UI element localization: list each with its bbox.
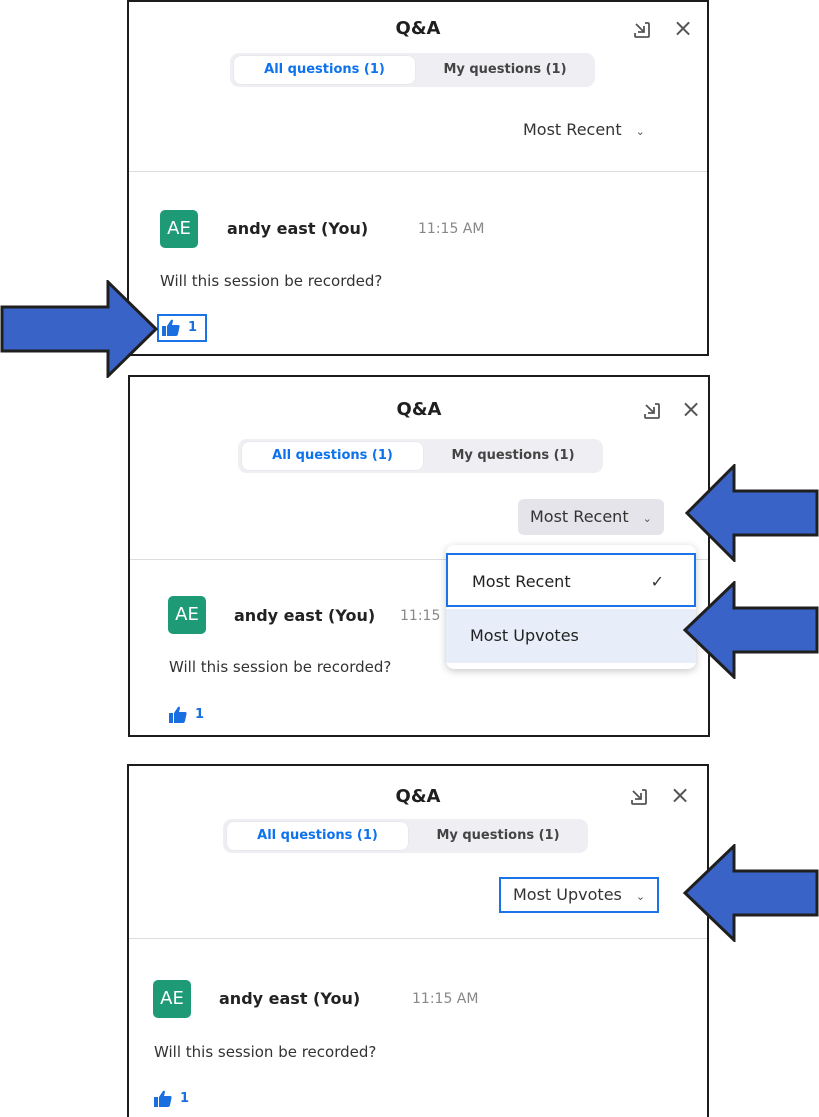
tab-my-questions[interactable]: My questions (1) (420, 56, 590, 84)
question-author: andy east (You) (234, 606, 376, 625)
sort-dropdown[interactable]: Most Recent ⌄ (518, 499, 664, 535)
sort-option-most-recent[interactable]: Most Recent ✓ (446, 553, 696, 607)
upvote-count: 1 (195, 707, 205, 722)
chevron-down-icon: ⌄ (642, 512, 652, 525)
tab-all-questions[interactable]: All questions (1) (227, 822, 408, 850)
close-icon[interactable]: × (672, 16, 694, 40)
close-icon[interactable]: × (680, 397, 702, 421)
panel-title: Q&A (395, 18, 441, 39)
thumbs-up-icon (169, 706, 187, 723)
question-time: 11:15 AM (418, 221, 485, 237)
option-label: Most Recent (472, 572, 571, 591)
pip-icon[interactable] (629, 787, 649, 807)
avatar: AE (153, 980, 191, 1018)
question-filter-tabs: All questions (1) My questions (1) (238, 439, 603, 473)
question-author: andy east (You) (227, 219, 369, 238)
sort-label: Most Recent (530, 507, 629, 526)
question-author: andy east (You) (219, 989, 361, 1008)
sort-dropdown[interactable]: Most Upvotes ⌄ (499, 877, 660, 913)
upvote-count: 1 (180, 1091, 190, 1106)
divider (129, 938, 707, 939)
question-text: Will this session be recorded? (169, 658, 392, 676)
question-time: 11:15 AM (412, 991, 479, 1007)
tab-my-questions[interactable]: My questions (1) (413, 822, 583, 850)
panel-title: Q&A (395, 786, 441, 807)
sort-dropdown[interactable]: Most Recent ⌄ (511, 112, 657, 148)
tab-all-questions[interactable]: All questions (1) (234, 56, 415, 84)
question-text: Will this session be recorded? (160, 272, 383, 290)
panel-title: Q&A (396, 399, 442, 420)
question-filter-tabs: All questions (1) My questions (1) (223, 819, 588, 853)
qa-panel-1: Q&A × All questions (1) My questions (1)… (127, 0, 709, 356)
checkmark-icon: ✓ (650, 572, 664, 591)
divider (129, 171, 707, 172)
qa-panel-3: Q&A × All questions (1) My questions (1)… (127, 764, 709, 1117)
question-text: Will this session be recorded? (154, 1043, 377, 1061)
avatar: AE (160, 210, 198, 248)
sort-option-most-upvotes[interactable]: Most Upvotes (446, 609, 696, 663)
avatar: AE (168, 596, 206, 634)
thumbs-up-icon (154, 1090, 172, 1107)
pip-icon[interactable] (642, 401, 662, 421)
chevron-down-icon: ⌄ (635, 890, 646, 903)
chevron-down-icon: ⌄ (635, 125, 645, 138)
upvote-button[interactable]: 1 (157, 314, 208, 342)
sort-label: Most Upvotes (513, 885, 622, 904)
upvote-button[interactable]: 1 (154, 1087, 189, 1111)
sort-menu: Most Recent ✓ Most Upvotes (446, 545, 696, 669)
arrow-annotation (0, 280, 159, 378)
arrow-annotation (682, 844, 819, 942)
qa-panel-2: Q&A × All questions (1) My questions (1)… (128, 375, 710, 737)
upvote-count: 1 (188, 320, 198, 335)
thumbs-up-icon (162, 319, 180, 336)
arrow-annotation (682, 581, 819, 679)
sort-label: Most Recent (523, 120, 622, 139)
question-time: 11:15 (400, 608, 441, 624)
option-label: Most Upvotes (470, 626, 579, 645)
arrow-annotation (684, 464, 819, 562)
tab-my-questions[interactable]: My questions (1) (428, 442, 598, 470)
pip-icon[interactable] (632, 20, 652, 40)
question-filter-tabs: All questions (1) My questions (1) (230, 53, 595, 87)
upvote-button[interactable]: 1 (169, 703, 204, 727)
close-icon[interactable]: × (669, 783, 691, 807)
tab-all-questions[interactable]: All questions (1) (242, 442, 423, 470)
